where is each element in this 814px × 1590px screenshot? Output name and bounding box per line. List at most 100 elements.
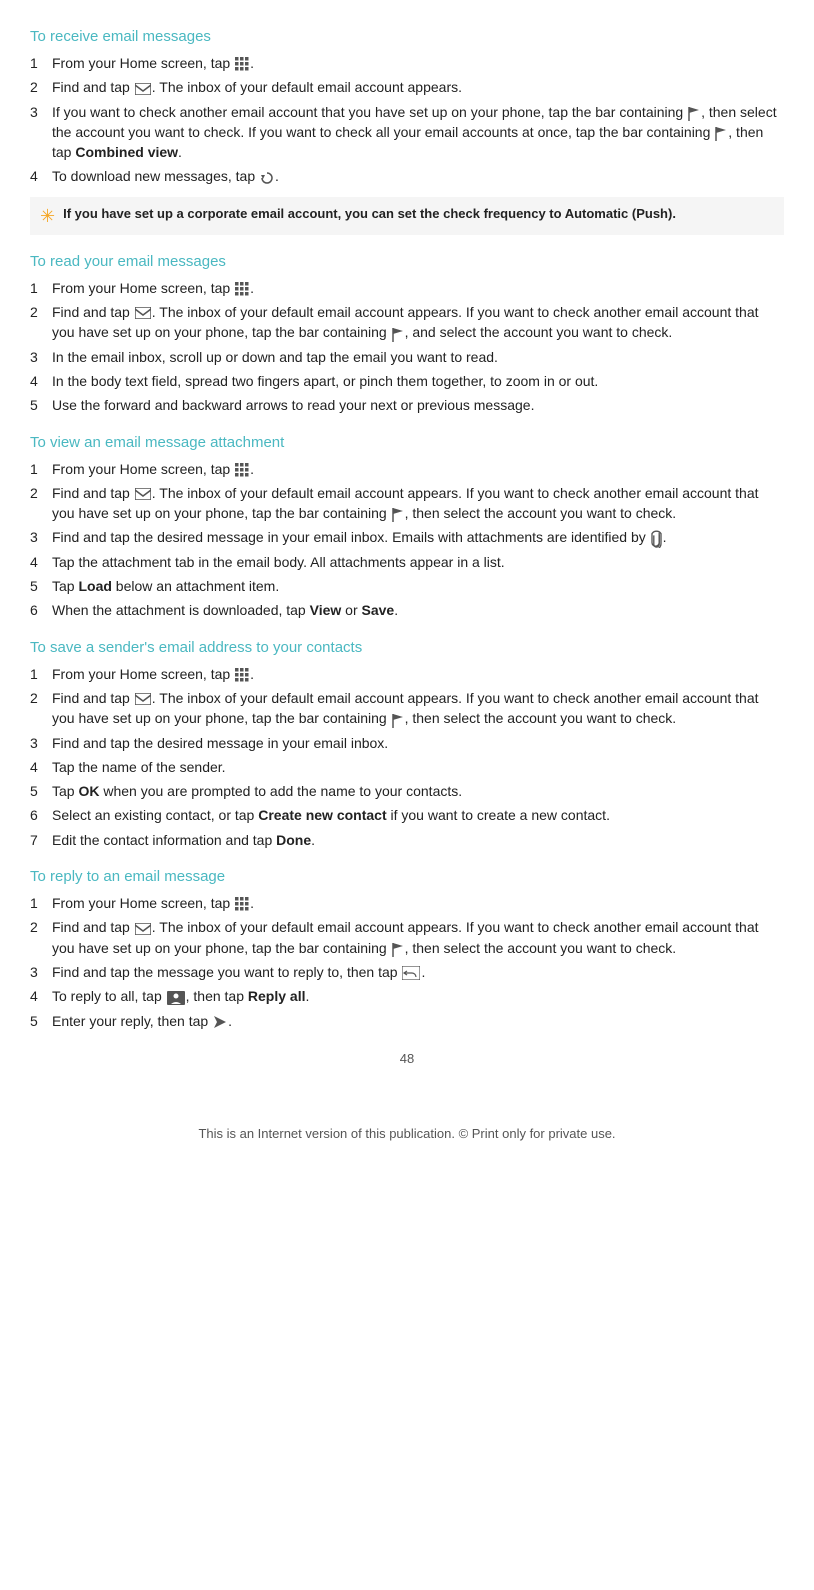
list-item: 6 When the attachment is downloaded, tap… [30,600,784,620]
list-item: 2 Find and tap . The inbox of your defau… [30,917,784,958]
tip-box-receive: ✳ If you have set up a corporate email a… [30,197,784,235]
grid-icon [235,668,249,682]
flag-icon [392,941,404,957]
list-item: 7 Edit the contact information and tap D… [30,830,784,850]
step-content: Find and tap . The inbox of your default… [52,302,784,343]
section-reply: To reply to an email message 1 From your… [30,868,784,1031]
list-item: 4 To download new messages, tap . [30,166,784,186]
step-number: 1 [30,664,52,684]
chevron-icon [135,923,151,935]
step-content: Tap Load below an attachment item. [52,576,784,596]
list-item: 3 If you want to check another email acc… [30,102,784,163]
step-number: 5 [30,395,52,415]
chevron-icon [135,83,151,95]
send-icon [213,1015,227,1029]
step-number: 4 [30,986,52,1006]
step-number: 2 [30,483,52,524]
step-number: 1 [30,278,52,298]
step-number: 1 [30,53,52,73]
step-content: Edit the contact information and tap Don… [52,830,784,850]
tip-icon: ✳ [40,206,55,227]
section-save-sender: To save a sender's email address to your… [30,639,784,850]
section-title-attachment: To view an email message attachment [30,434,784,451]
list-read: 1 From your Home screen, tap . 2 Find an… [30,278,784,416]
step-number: 3 [30,962,52,982]
tip-text: If you have set up a corporate email acc… [63,205,676,223]
step-content: Find and tap . The inbox of your default… [52,483,784,524]
step-number: 5 [30,576,52,596]
step-content: Tap OK when you are prompted to add the … [52,781,784,801]
step-content: Find and tap . The inbox of your default… [52,917,784,958]
step-content: In the body text field, spread two finge… [52,371,784,391]
step-number: 2 [30,917,52,958]
step-content: In the email inbox, scroll up or down an… [52,347,784,367]
section-attachment: To view an email message attachment 1 Fr… [30,434,784,621]
step-number: 4 [30,371,52,391]
list-item: 2 Find and tap . The inbox of your defau… [30,302,784,343]
step-number: 3 [30,102,52,163]
step-content: Tap the attachment tab in the email body… [52,552,784,572]
step-content: From your Home screen, tap . [52,53,784,73]
step-number: 2 [30,77,52,97]
list-item: 3 Find and tap the message you want to r… [30,962,784,982]
page-content: To receive email messages 1 From your Ho… [30,28,784,1141]
step-number: 3 [30,347,52,367]
list-item: 1 From your Home screen, tap . [30,459,784,479]
step-content: When the attachment is downloaded, tap V… [52,600,784,620]
chevron-icon [135,307,151,319]
section-title-receive: To receive email messages [30,28,784,45]
chevron-icon [135,693,151,705]
list-item: 5 Enter your reply, then tap . [30,1011,784,1031]
chevron-icon [135,488,151,500]
list-item: 5 Tap OK when you are prompted to add th… [30,781,784,801]
list-item: 2 Find and tap . The inbox of your defau… [30,688,784,729]
flag-icon [715,125,727,141]
refresh-icon [260,171,274,185]
step-content: From your Home screen, tap . [52,893,784,913]
section-title-save-sender: To save a sender's email address to your… [30,639,784,656]
flag-icon [392,506,404,522]
step-content: To reply to all, tap , then tap Reply al… [52,986,784,1006]
list-item: 4 In the body text field, spread two fin… [30,371,784,391]
section-title-read: To read your email messages [30,253,784,270]
step-number: 4 [30,552,52,572]
step-content: From your Home screen, tap . [52,459,784,479]
flag-icon [688,105,700,121]
step-content: Tap the name of the sender. [52,757,784,777]
list-item: 2 Find and tap . The inbox of your defau… [30,483,784,524]
list-item: 4 Tap the name of the sender. [30,757,784,777]
list-item: 2 Find and tap . The inbox of your defau… [30,77,784,97]
step-number: 2 [30,688,52,729]
list-save-sender: 1 From your Home screen, tap . 2 Find an… [30,664,784,850]
people-icon [167,991,185,1005]
list-item: 3 Find and tap the desired message in yo… [30,527,784,547]
list-attachment: 1 From your Home screen, tap . 2 Find an… [30,459,784,621]
step-number: 3 [30,733,52,753]
step-content: Find and tap the message you want to rep… [52,962,784,982]
list-item: 6 Select an existing contact, or tap Cre… [30,805,784,825]
step-number: 1 [30,893,52,913]
list-item: 1 From your Home screen, tap . [30,278,784,298]
step-content: Find and tap . The inbox of your default… [52,77,784,97]
step-content: Find and tap the desired message in your… [52,733,784,753]
step-content: Find and tap the desired message in your… [52,527,784,547]
step-content: To download new messages, tap . [52,166,784,186]
list-item: 4 Tap the attachment tab in the email bo… [30,552,784,572]
list-item: 1 From your Home screen, tap . [30,893,784,913]
flag-icon [392,326,404,342]
step-number: 7 [30,830,52,850]
footer-text: This is an Internet version of this publ… [30,1126,784,1141]
step-content: Select an existing contact, or tap Creat… [52,805,784,825]
step-number: 5 [30,1011,52,1031]
list-receive: 1 From your Home screen, tap . 2 Find an… [30,53,784,187]
step-number: 2 [30,302,52,343]
step-number: 3 [30,527,52,547]
step-content: From your Home screen, tap . [52,278,784,298]
section-receive: To receive email messages 1 From your Ho… [30,28,784,235]
grid-icon [235,282,249,296]
step-content: From your Home screen, tap . [52,664,784,684]
list-item: 5 Tap Load below an attachment item. [30,576,784,596]
list-item: 4 To reply to all, tap , then tap Reply … [30,986,784,1006]
step-content: If you want to check another email accou… [52,102,784,163]
section-title-reply: To reply to an email message [30,868,784,885]
